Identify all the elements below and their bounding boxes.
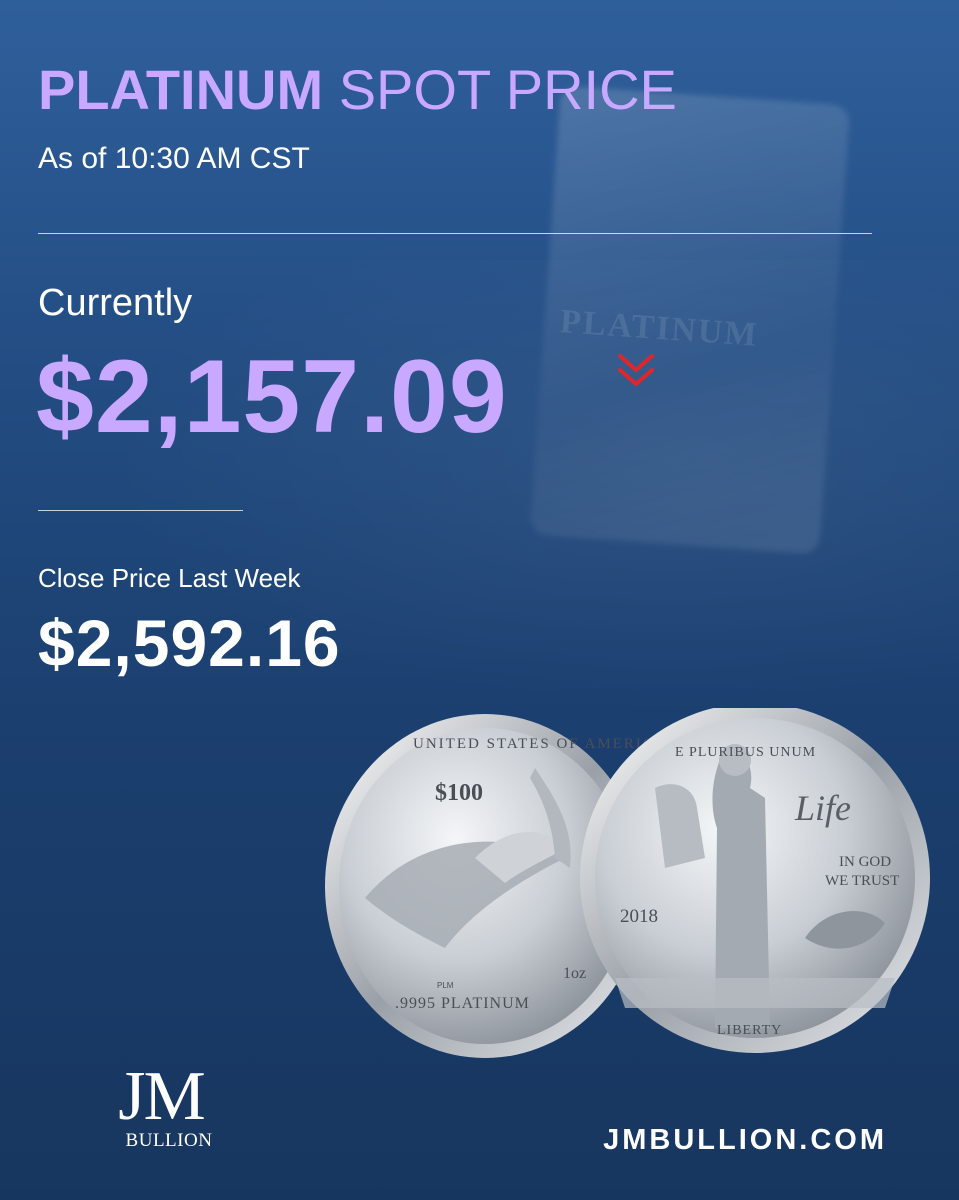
close-price: $2,592.16 bbox=[38, 606, 341, 680]
close-price-label: Close Price Last Week bbox=[38, 563, 301, 593]
coin-denomination: $100 bbox=[435, 780, 483, 806]
coin-script: Life bbox=[794, 788, 851, 828]
coin-obverse: E PLURIBUS UNUM Life IN GOD WE TRUST 201… bbox=[580, 708, 930, 1053]
coin-legend: UNITED STATES OF AMERICA bbox=[413, 736, 668, 752]
coin-trust-line-2: WE TRUST bbox=[825, 873, 899, 889]
coin-initials: PLM bbox=[437, 981, 454, 990]
logo-monogram: JM bbox=[118, 1058, 205, 1135]
platinum-coins-image: $100 .9995 PLATINUM 1oz PLM UNITED STATE… bbox=[325, 708, 930, 1058]
coin-weight: 1oz bbox=[563, 965, 586, 982]
website-link[interactable]: JMBULLION.COM bbox=[603, 1124, 887, 1157]
coin-trust-line-1: IN GOD bbox=[839, 854, 891, 870]
coin-liberty: LIBERTY bbox=[717, 1023, 782, 1038]
divider-top bbox=[38, 233, 872, 234]
current-price: $2,157.09 bbox=[36, 339, 508, 455]
page-title: PLATINUM SPOT PRICE bbox=[38, 62, 677, 118]
timestamp: As of 10:30 AM CST bbox=[38, 142, 310, 175]
divider-middle bbox=[38, 510, 243, 511]
double-chevron-down-icon bbox=[618, 354, 654, 386]
coin-year: 2018 bbox=[620, 906, 658, 927]
title-suffix: SPOT PRICE bbox=[338, 58, 677, 121]
logo-wordmark: BULLION bbox=[125, 1130, 213, 1151]
current-price-label: Currently bbox=[38, 282, 193, 324]
jm-bullion-logo[interactable]: JM BULLION bbox=[96, 1062, 226, 1156]
coin-motto: E PLURIBUS UNUM bbox=[675, 745, 816, 760]
title-metal: PLATINUM bbox=[38, 58, 324, 121]
coin-purity: .9995 PLATINUM bbox=[395, 995, 530, 1012]
